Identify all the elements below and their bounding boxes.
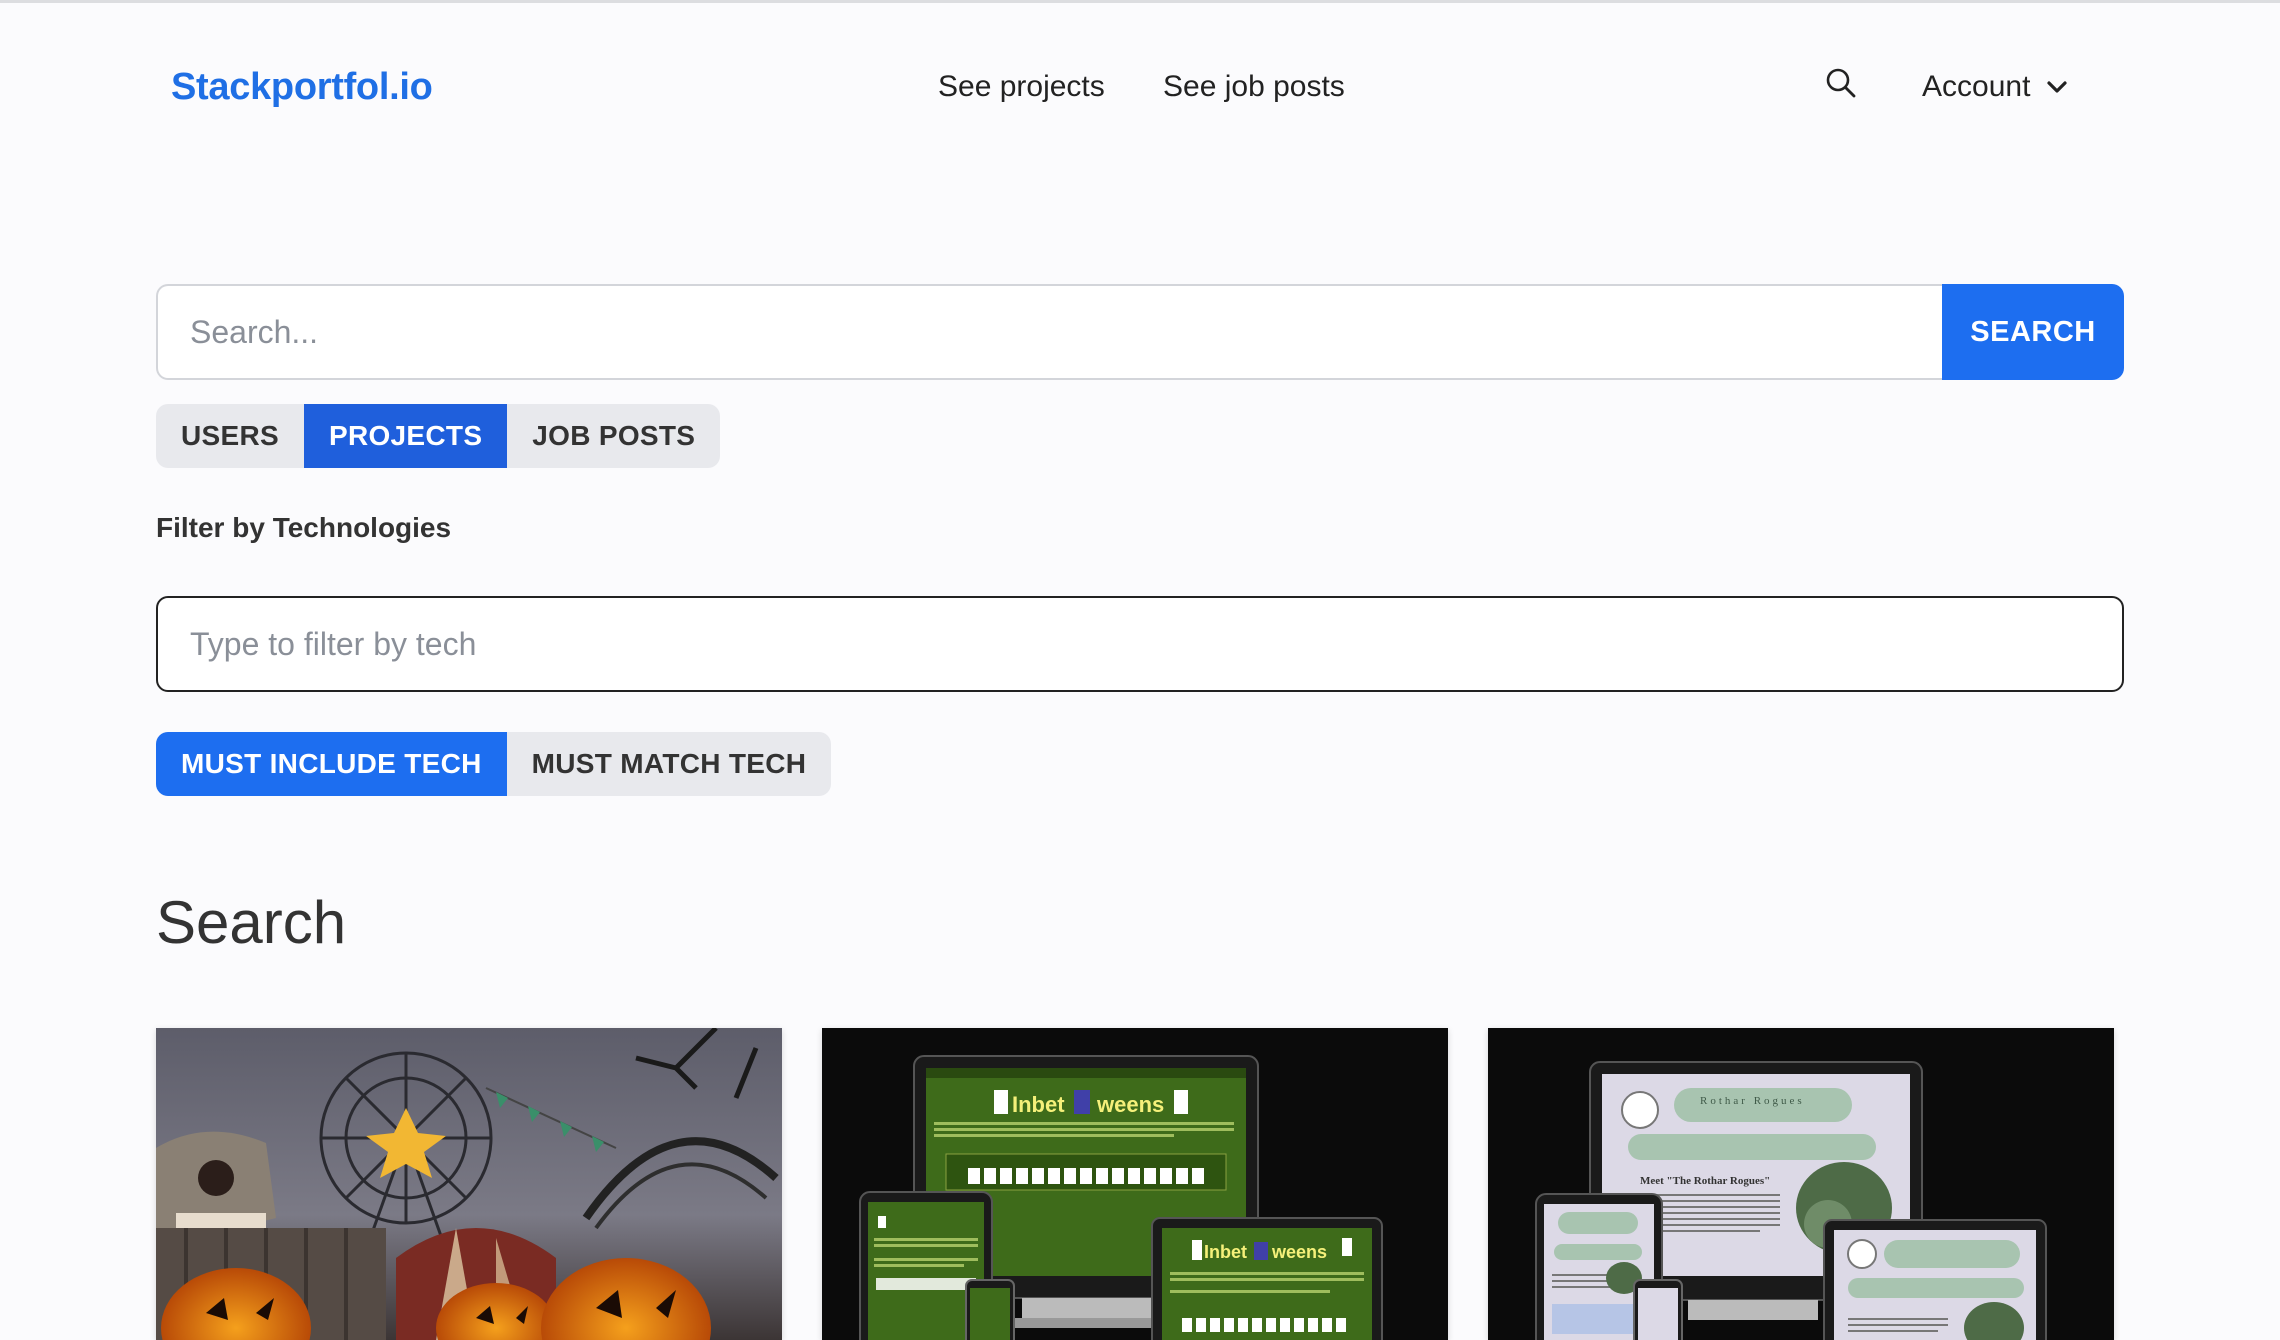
search-button[interactable]: SEARCH [1942, 284, 2124, 380]
laptop-screen-title: Inbet [1204, 1242, 1247, 1262]
laptop-screen-title-2: weens [1271, 1242, 1327, 1262]
screen-title-text: Rothar Rogues [1700, 1095, 1805, 1107]
tab-users[interactable]: USERS [156, 404, 304, 468]
project-thumbnail-image: Rothar Rogues Meet "The Rothar Rogues" [1488, 1028, 2114, 1340]
screen-title-text: Inbet [1012, 1092, 1065, 1117]
result-type-toggle: USERS PROJECTS JOB POSTS [156, 404, 721, 468]
results-title: Search [156, 889, 347, 956]
account-menu[interactable]: Account [1922, 70, 2070, 104]
project-thumbnail-image [156, 1028, 782, 1340]
site-header: Stackportfol.io See projects See job pos… [0, 58, 2280, 118]
tech-filter-input[interactable] [156, 596, 2124, 692]
nav-see-projects[interactable]: See projects [938, 70, 1105, 104]
filter-label: Filter by Technologies [156, 512, 452, 543]
must-match-tech-button[interactable]: MUST MATCH TECH [507, 732, 832, 796]
screen-subtitle-text: Meet "The Rothar Rogues" [1640, 1175, 1770, 1187]
search-bar: SEARCH [156, 284, 2124, 380]
tech-match-toggle: MUST INCLUDE TECH MUST MATCH TECH [156, 732, 832, 796]
site-logo[interactable]: Stackportfol.io [171, 66, 433, 109]
search-input[interactable] [156, 284, 1942, 380]
must-include-tech-button[interactable]: MUST INCLUDE TECH [156, 732, 507, 796]
project-thumbnail-image: Inbet weens Inbet weens [822, 1028, 1448, 1340]
account-label: Account [1922, 70, 2031, 103]
project-card[interactable]: Inbet weens Inbet weens [822, 1028, 1448, 1340]
nav-see-job-posts[interactable]: See job posts [1163, 70, 1345, 104]
top-border [0, 0, 2280, 3]
search-icon[interactable] [1824, 66, 1858, 100]
tab-job-posts[interactable]: JOB POSTS [507, 404, 720, 468]
screen-title-text-2: weens [1096, 1092, 1164, 1117]
project-card[interactable] [156, 1028, 782, 1340]
chevron-down-icon [2047, 81, 2068, 93]
tab-projects[interactable]: PROJECTS [303, 404, 508, 468]
project-card[interactable]: Rothar Rogues Meet "The Rothar Rogues" [1488, 1028, 2114, 1340]
